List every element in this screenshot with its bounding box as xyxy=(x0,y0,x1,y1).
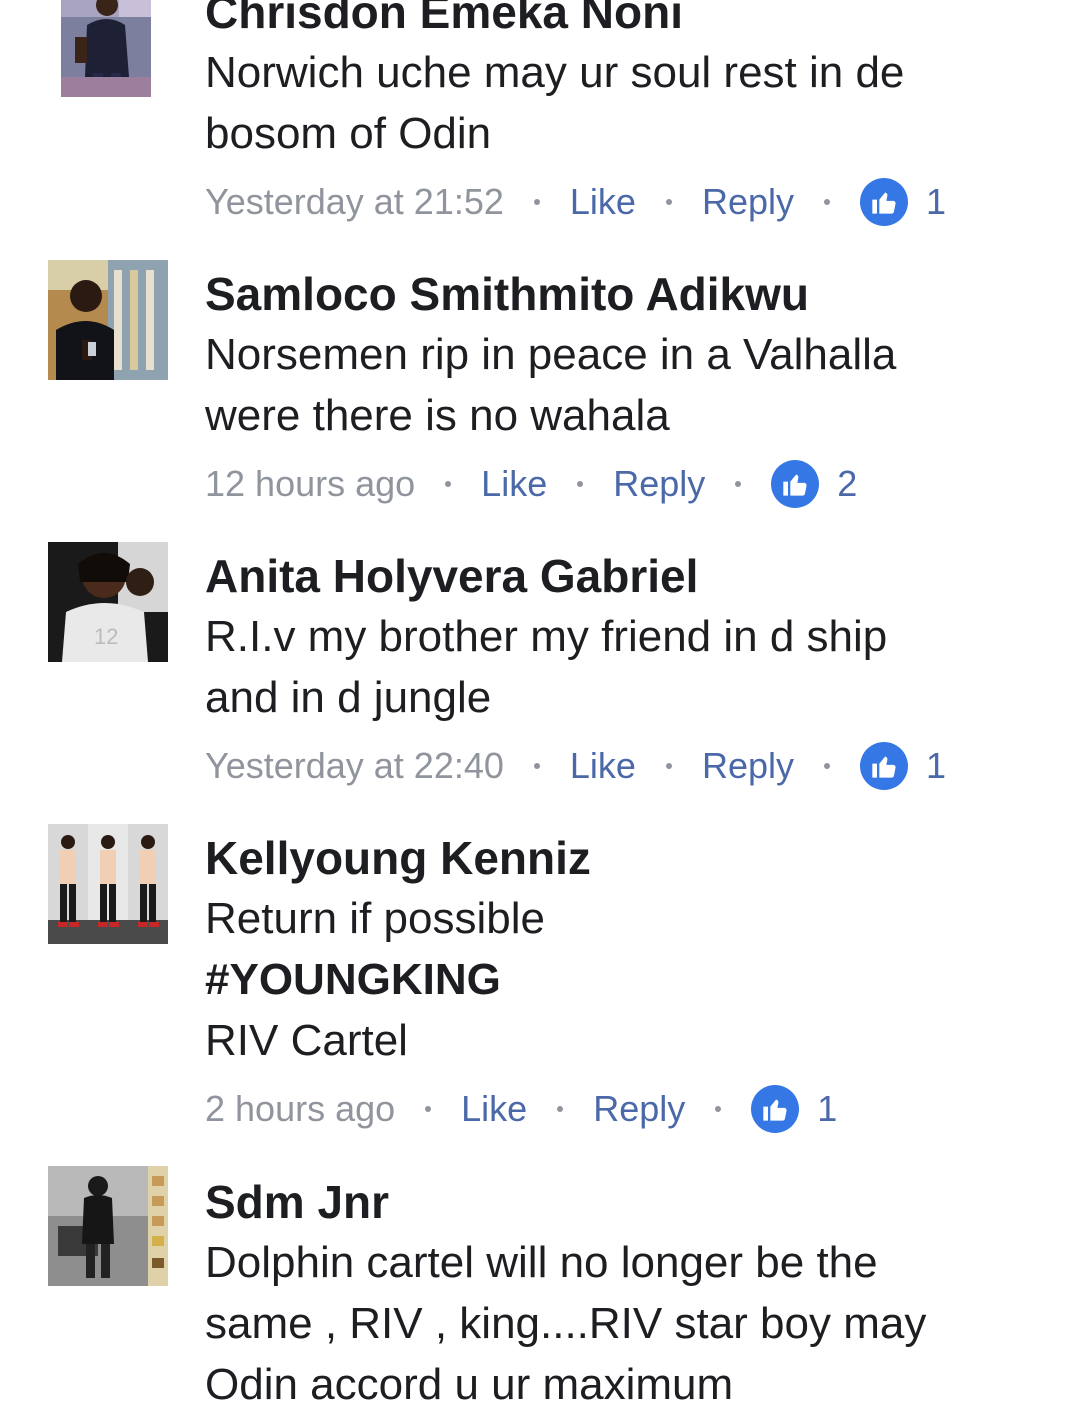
like-button[interactable]: Like xyxy=(481,463,547,505)
comment-meta: Yesterday at 22:40 Like Reply 1 xyxy=(205,736,1018,796)
reply-button[interactable]: Reply xyxy=(702,745,794,787)
avatar[interactable] xyxy=(48,824,168,944)
author-name[interactable]: Kellyoung Kenniz xyxy=(205,828,1018,888)
avatar-photo xyxy=(61,0,151,97)
separator-dot xyxy=(533,199,540,205)
avatar[interactable]: 12 xyxy=(48,542,168,662)
separator-dot xyxy=(824,763,830,769)
comment-line: Return if possible xyxy=(205,894,545,943)
comment-line: Norsemen rip in peace in a Valhalla xyxy=(205,330,897,379)
timestamp: Yesterday at 21:52 xyxy=(205,181,504,222)
reaction-summary[interactable]: 1 xyxy=(860,178,946,226)
reply-button[interactable]: Reply xyxy=(613,463,705,505)
reaction-summary[interactable]: 1 xyxy=(751,1085,837,1133)
separator-dot xyxy=(445,481,452,487)
like-button[interactable]: Like xyxy=(461,1088,527,1130)
separator-dot xyxy=(533,763,540,769)
comment-line: Odin accord u ur maximum xyxy=(205,1360,734,1409)
comment-body: Samloco Smithmito Adikwu Norsemen rip in… xyxy=(205,264,1018,514)
like-count: 1 xyxy=(817,1088,838,1129)
comment-meta: 12 hours ago Like Reply 2 xyxy=(205,454,1018,514)
hashtag-link[interactable]: #YOUNGKING xyxy=(205,949,1018,1010)
avatar-photo xyxy=(48,1166,168,1286)
comment-body: Chrisdon Emeka Noni Norwich uche may ur … xyxy=(205,0,1018,232)
comment-body: Anita Holyvera Gabriel R.I.v my brother … xyxy=(205,546,1018,796)
author-name[interactable]: Anita Holyvera Gabriel xyxy=(205,546,1018,606)
reaction-summary[interactable]: 2 xyxy=(771,460,857,508)
avatar-photo: 12 xyxy=(48,542,168,662)
reply-button[interactable]: Reply xyxy=(593,1088,685,1130)
separator-dot xyxy=(665,763,672,769)
avatar-photo xyxy=(48,824,168,944)
author-name[interactable]: Chrisdon Emeka Noni xyxy=(205,0,1018,42)
separator-dot xyxy=(577,481,584,487)
comment-line: Norwich uche may ur soul rest in de xyxy=(205,48,905,97)
separator-dot xyxy=(665,199,672,205)
avatar[interactable] xyxy=(48,260,168,380)
comment-body: Kellyoung Kenniz Return if possible #YOU… xyxy=(205,828,1018,1139)
reaction-summary[interactable]: 1 xyxy=(860,742,946,790)
timestamp: 12 hours ago xyxy=(205,463,416,504)
author-name[interactable]: Sdm Jnr xyxy=(205,1172,1018,1232)
avatar[interactable] xyxy=(61,0,151,97)
separator-dot xyxy=(824,199,830,205)
like-count: 1 xyxy=(926,745,947,786)
comment-line: same , RIV , king....RIV star boy may xyxy=(205,1299,927,1348)
comment-line: RIV Cartel xyxy=(205,1016,408,1065)
separator-dot xyxy=(557,1106,564,1112)
avatar[interactable] xyxy=(48,1166,168,1286)
timestamp: Yesterday at 22:40 xyxy=(205,745,504,786)
avatar-photo xyxy=(48,260,168,380)
reply-button[interactable]: Reply xyxy=(702,181,794,223)
comment-text: Dolphin cartel will no longer be the sam… xyxy=(205,1232,1018,1415)
comment-body: Sdm Jnr Dolphin cartel will no longer be… xyxy=(205,1172,1018,1415)
svg-text:12: 12 xyxy=(94,624,118,649)
like-count: 1 xyxy=(926,181,947,222)
comment-text: Return if possible #YOUNGKING RIV Cartel xyxy=(205,888,1018,1071)
separator-dot xyxy=(715,1106,722,1112)
comment-line: bosom of Odin xyxy=(205,109,492,158)
comment-meta: 2 hours ago Like Reply 1 xyxy=(205,1079,1018,1139)
thumbs-up-icon xyxy=(751,1085,800,1133)
comment-text: R.I.v my brother my friend in d ship and… xyxy=(205,606,1018,728)
comment-line: and in d jungle xyxy=(205,673,492,722)
timestamp: 2 hours ago xyxy=(205,1088,396,1129)
comment-line: were there is no wahala xyxy=(205,391,670,440)
thumbs-up-icon xyxy=(860,178,908,226)
like-button[interactable]: Like xyxy=(570,181,636,223)
thumbs-up-icon xyxy=(771,460,820,508)
comment-text: Norsemen rip in peace in a Valhalla were… xyxy=(205,324,1018,446)
author-name[interactable]: Samloco Smithmito Adikwu xyxy=(205,264,1018,324)
like-count: 2 xyxy=(837,463,858,504)
separator-dot xyxy=(425,1106,432,1112)
comment-meta: Yesterday at 21:52 Like Reply 1 xyxy=(205,172,1018,232)
thumbs-up-icon xyxy=(860,742,908,790)
separator-dot xyxy=(735,481,742,487)
comment-line: Dolphin cartel will no longer be the xyxy=(205,1238,878,1287)
like-button[interactable]: Like xyxy=(570,745,636,787)
comment-line: R.I.v my brother my friend in d ship xyxy=(205,612,888,661)
comment-text: Norwich uche may ur soul rest in de boso… xyxy=(205,42,1018,164)
